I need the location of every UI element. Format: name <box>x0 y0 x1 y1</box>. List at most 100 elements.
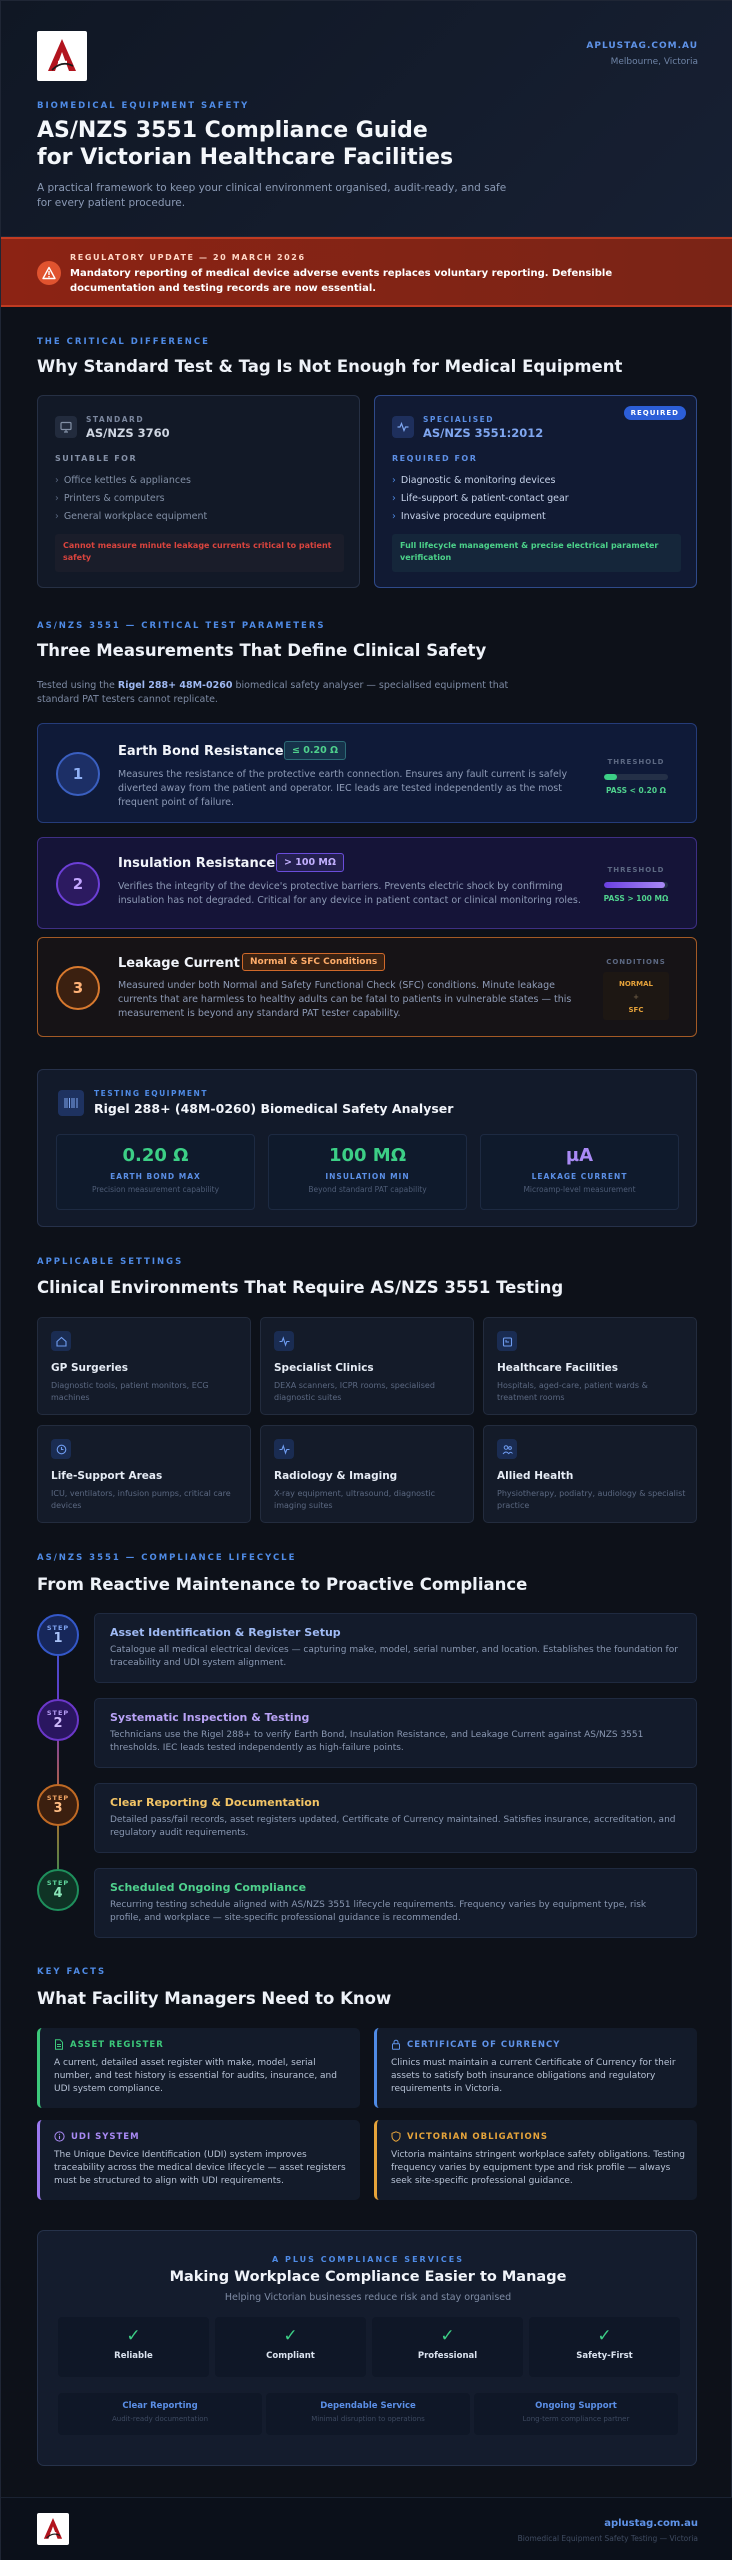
value-label: Compliant <box>266 2351 315 2361</box>
conditions-panel: CONDITIONS NORMAL + SFC <box>596 958 676 1020</box>
footer-url[interactable]: aplustag.com.au <box>604 2518 698 2529</box>
environment-description: Diagnostic tools, patient monitors, ECG … <box>51 1381 209 1402</box>
measurement-title: Insulation Resistance <box>118 856 276 871</box>
fact-title: VICTORIAN OBLIGATIONS <box>407 2131 548 2142</box>
threshold-tag: ≤ 0.20 Ω <box>284 741 347 760</box>
site-url[interactable]: APLUSTAG.COM.AU <box>586 41 698 51</box>
value-label: Reliable <box>114 2351 153 2361</box>
environment-title: Allied Health <box>497 1470 574 1482</box>
conditions-tag: Normal & SFC Conditions <box>242 953 386 971</box>
step-badge: STEP 3 <box>37 1784 79 1826</box>
service-description: Long-term compliance partner <box>522 2415 630 2423</box>
fact-title: UDI SYSTEM <box>71 2131 140 2142</box>
check-icon: ✓ <box>283 2326 298 2346</box>
services-subtitle: Helping Victorian businesses reduce risk… <box>224 2292 512 2303</box>
standard-suitable-heading: SUITABLE FOR <box>55 454 138 463</box>
service-description: Minimal disruption to operations <box>311 2415 425 2423</box>
barcode-icon <box>58 1090 84 1116</box>
measurement-description: Measures the resistance of the protectiv… <box>118 769 568 808</box>
threshold-label: THRESHOLD <box>607 758 665 766</box>
environment-description: DEXA scanners, ICPR rooms, specialised d… <box>274 1381 435 1402</box>
page-frame: APLUSTAG.COM.AU Melbourne, Victoria BIOM… <box>0 0 732 2560</box>
footer-tagline: Biomedical Equipment Safety Testing — Vi… <box>517 2534 698 2543</box>
measurement-title: Leakage Current <box>118 956 240 971</box>
info-icon <box>54 2131 65 2142</box>
step-description: Detailed pass/fail records, asset regist… <box>110 1815 676 1838</box>
standard-card: STANDARD AS/NZS 3760 SUITABLE FOR › Offic… <box>37 395 360 588</box>
lock-icon <box>392 2039 400 2050</box>
list-item: › Diagnostic & monitoring devices <box>392 475 556 486</box>
environment-title: GP Surgeries <box>51 1362 128 1374</box>
environment-description: X-ray equipment, ultrasound, diagnostic … <box>274 1489 435 1510</box>
condition-plus: + <box>633 993 639 1001</box>
analyser-model-highlight: Rigel 288+ 48M-0260 <box>117 680 233 691</box>
value-pill: ✓ Compliant <box>215 2317 366 2377</box>
stat-label: LEAKAGE CURRENT <box>531 1172 628 1181</box>
threshold-value: PASS < 0.20 Ω <box>605 786 667 795</box>
step-title: Asset Identification & Register Setup <box>110 1626 341 1639</box>
hero-eyebrow: BIOMEDICAL EQUIPMENT SAFETY <box>37 101 250 111</box>
lifecycle-step-card: Asset Identification & Register Setup Ca… <box>94 1613 697 1683</box>
value-label: Professional <box>417 2351 478 2361</box>
lifecycle-step-card: Scheduled Ongoing Compliance Recurring t… <box>94 1868 697 1938</box>
fact-heading: VICTORIAN OBLIGATIONS <box>391 2131 548 2142</box>
threshold-panel: THRESHOLD PASS < 0.20 Ω <box>596 758 676 795</box>
step-number: 2 <box>56 862 100 906</box>
settings-eyebrow: APPLICABLE SETTINGS <box>37 1257 184 1267</box>
measurements-title: Three Measurements That Define Clinical … <box>37 641 487 660</box>
alert-eyebrow: REGULATORY UPDATE — 20 MARCH 2026 <box>70 253 306 262</box>
conditions-label: CONDITIONS <box>606 958 666 966</box>
specialised-card: REQUIRED SPECIALISED AS/NZS 3551:2012 RE… <box>374 395 697 588</box>
environment-card: Life-Support Areas ICU, ventilators, inf… <box>37 1425 251 1523</box>
page-title-line1: AS/NZS 3551 Compliance Guide <box>37 118 428 143</box>
lifecycle-eyebrow: AS/NZS 3551 — COMPLIANCE LIFECYCLE <box>37 1553 297 1563</box>
standard-name: AS/NZS 3760 <box>86 426 170 440</box>
site-location: Melbourne, Victoria <box>610 57 698 67</box>
measurements-eyebrow: AS/NZS 3551 — CRITICAL TEST PARAMETERS <box>37 621 326 631</box>
people-icon <box>497 1439 517 1459</box>
analyser-eyebrow: TESTING EQUIPMENT <box>94 1089 208 1098</box>
step-title: Scheduled Ongoing Compliance <box>110 1881 307 1894</box>
page-title: AS/NZS 3551 Compliance Guide for Victori… <box>37 117 577 171</box>
environment-card: Healthcare Facilities Hospitals, aged-ca… <box>483 1317 697 1415</box>
brand-logo[interactable] <box>37 31 87 81</box>
warning-icon <box>37 261 61 285</box>
fact-card: ASSET REGISTER A current, detailed asset… <box>37 2028 360 2108</box>
stat-label: EARTH BOND MAX <box>110 1172 201 1181</box>
step-badge: STEP 4 <box>37 1869 79 1911</box>
stat-caption: Precision measurement capability <box>91 1185 220 1194</box>
difference-title: Why Standard Test & Tag Is Not Enough fo… <box>37 357 623 376</box>
threshold-bar <box>604 774 668 780</box>
lifecycle-title: From Reactive Maintenance to Proactive C… <box>37 1575 528 1594</box>
lifecycle-step-card: Systematic Inspection & Testing Technici… <box>94 1698 697 1768</box>
shield-icon <box>391 2131 401 2142</box>
footer-logo[interactable] <box>37 2513 69 2545</box>
stat-value: 0.20 Ω <box>122 1145 189 1166</box>
environment-description: ICU, ventilators, infusion pumps, critic… <box>51 1489 231 1510</box>
analyser-stat: 0.20 Ω EARTH BOND MAX Precision measurem… <box>56 1134 255 1210</box>
specialised-list: › Diagnostic & monitoring devices › Life-s… <box>392 472 569 526</box>
measurement-card-insulation: 2 Insulation Resistance > 100 MΩ Verifie… <box>37 837 697 929</box>
lifecycle-connector <box>57 1625 59 1895</box>
fact-card: CERTIFICATE OF CURRENCY Clinics must mai… <box>374 2028 697 2108</box>
service-title: Ongoing Support <box>535 2401 617 2411</box>
threshold-label: THRESHOLD <box>607 866 665 874</box>
step-number: 3 <box>53 1801 63 1816</box>
analyser-stat: µA LEAKAGE CURRENT Microamp-level measur… <box>480 1134 679 1210</box>
list-item: › Invasive procedure equipment <box>392 511 546 522</box>
threshold-value: PASS > 100 MΩ <box>603 894 669 903</box>
settings-title: Clinical Environments That Require AS/NZ… <box>37 1278 564 1297</box>
measurement-card-leakage: 3 Leakage Current Normal & SFC Condition… <box>37 937 697 1037</box>
standard-limitation-note: Cannot measure minute leakage currents c… <box>55 534 344 572</box>
service-description: Audit-ready documentation <box>111 2415 209 2423</box>
threshold-panel: THRESHOLD PASS > 100 MΩ <box>596 866 676 903</box>
step-title: Clear Reporting & Documentation <box>110 1796 320 1809</box>
condition-sfc: SFC <box>628 1006 644 1014</box>
fact-description: Victoria maintains stringent workplace s… <box>391 2150 685 2186</box>
regulatory-alert-banner: REGULATORY UPDATE — 20 MARCH 2026 Mandat… <box>1 237 732 307</box>
check-icon: ✓ <box>440 2326 455 2346</box>
service-title: Dependable Service <box>320 2401 416 2411</box>
facts-eyebrow: KEY FACTS <box>37 1967 107 1977</box>
standard-small-label: STANDARD <box>86 415 145 424</box>
fact-card: UDI SYSTEM The Unique Device Identificat… <box>37 2120 360 2200</box>
